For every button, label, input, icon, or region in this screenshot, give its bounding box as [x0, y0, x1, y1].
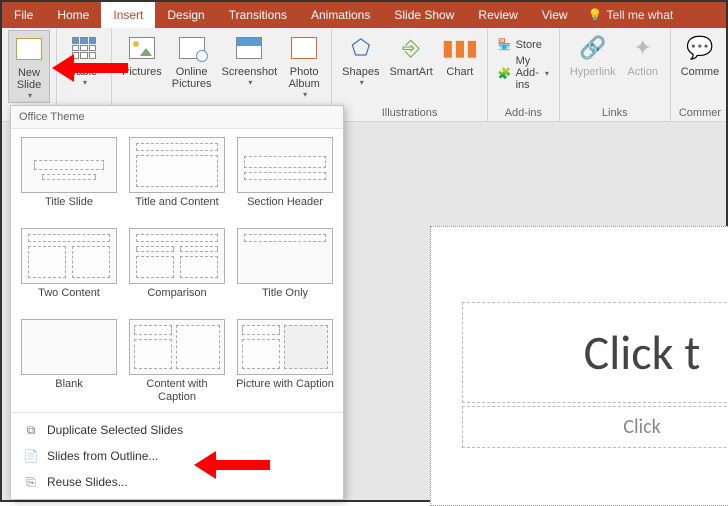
hyperlink-label: Hyperlink: [570, 66, 616, 78]
chevron-down-icon: ▾: [83, 78, 87, 87]
shapes-button[interactable]: ⬠ Shapes ▾: [338, 30, 383, 89]
layout-label: Blank: [19, 378, 119, 404]
tab-review[interactable]: Review: [466, 2, 529, 28]
slide-title-text: Click t: [473, 323, 728, 382]
tab-animations[interactable]: Animations: [299, 2, 382, 28]
screenshot-label: Screenshot: [222, 66, 278, 78]
comment-icon: 💬: [684, 32, 716, 64]
layout-label: Title Slide: [19, 196, 119, 222]
slide-subtitle-placeholder[interactable]: Click: [462, 406, 728, 448]
tell-me-label: Tell me what: [607, 8, 674, 22]
chevron-down-icon: ▾: [303, 90, 307, 99]
layout-label: Picture with Caption: [235, 378, 335, 404]
layout-section-header[interactable]: Section Header: [235, 137, 335, 222]
screenshot-icon: [233, 32, 265, 64]
lightbulb-icon: 💡: [588, 8, 603, 22]
menu-label: Duplicate Selected Slides: [47, 423, 183, 437]
action-button[interactable]: ✦ Action: [622, 30, 664, 80]
menu-label: Reuse Slides...: [47, 475, 128, 489]
comment-label: Comme: [681, 66, 720, 78]
slide-subtitle-text: Click: [473, 415, 728, 439]
hyperlink-button[interactable]: 🔗 Hyperlink: [566, 30, 620, 80]
duplicate-icon: ⧉: [23, 422, 39, 438]
slide-title-placeholder[interactable]: Click t: [462, 302, 728, 403]
shapes-label: Shapes: [342, 66, 379, 78]
action-icon: ✦: [627, 32, 659, 64]
layout-comparison[interactable]: Comparison: [127, 228, 227, 313]
smartart-label: SmartArt: [389, 66, 432, 78]
chevron-down-icon: ▾: [28, 91, 32, 100]
pictures-label: Pictures: [122, 66, 162, 78]
group-links-label: Links: [566, 107, 664, 121]
tab-slideshow[interactable]: Slide Show: [382, 2, 466, 28]
outline-icon: 📄: [23, 448, 39, 464]
group-illustrations-label: Illustrations: [338, 107, 481, 121]
new-slide-button[interactable]: New Slide ▾: [8, 30, 50, 103]
shapes-icon: ⬠: [345, 32, 377, 64]
action-label: Action: [627, 66, 658, 78]
table-button[interactable]: Table ▾: [63, 30, 105, 89]
menu-duplicate-slides[interactable]: ⧉ Duplicate Selected Slides: [11, 417, 343, 443]
my-addins-button[interactable]: 🧩 My Add-ins ▾: [494, 53, 553, 93]
tab-transitions[interactable]: Transitions: [217, 2, 299, 28]
chart-label: Chart: [446, 66, 473, 78]
table-label: Table: [71, 66, 97, 78]
chevron-down-icon: ▾: [545, 69, 549, 78]
tab-insert[interactable]: Insert: [101, 2, 155, 28]
online-pictures-button[interactable]: Online Pictures: [168, 30, 216, 92]
pictures-icon: [126, 32, 158, 64]
new-slide-icon: [13, 33, 45, 65]
pictures-button[interactable]: Pictures: [118, 30, 166, 80]
group-addins-label: Add-ins: [494, 107, 553, 121]
store-button[interactable]: 🏪 Store: [494, 36, 553, 53]
tab-file[interactable]: File: [2, 2, 45, 28]
layout-title-only[interactable]: Title Only: [235, 228, 335, 313]
chart-button[interactable]: ▮▮▮ Chart: [439, 30, 481, 80]
tab-view[interactable]: View: [530, 2, 580, 28]
chevron-down-icon: ▾: [360, 78, 364, 87]
photo-album-icon: [288, 32, 320, 64]
layout-title-slide[interactable]: Title Slide: [19, 137, 119, 222]
screenshot-button[interactable]: Screenshot ▾: [218, 30, 282, 89]
gallery-header: Office Theme: [11, 106, 343, 129]
tab-design[interactable]: Design: [155, 2, 216, 28]
table-icon: [68, 32, 100, 64]
smartart-icon: ⎆: [395, 32, 427, 64]
new-slide-label: New Slide: [17, 67, 41, 91]
smartart-button[interactable]: ⎆ SmartArt: [385, 30, 436, 80]
tell-me-search[interactable]: 💡 Tell me what: [580, 2, 682, 28]
reuse-icon: ⎘: [23, 474, 39, 490]
chart-icon: ▮▮▮: [444, 32, 476, 64]
layout-picture-with-caption[interactable]: Picture with Caption: [235, 319, 335, 404]
layout-label: Title and Content: [127, 196, 227, 222]
store-icon: 🏪: [498, 38, 512, 51]
layout-label: Section Header: [235, 196, 335, 222]
chevron-down-icon: ▾: [248, 78, 252, 87]
layout-label: Content with Caption: [127, 378, 227, 404]
layout-content-with-caption[interactable]: Content with Caption: [127, 319, 227, 404]
layout-blank[interactable]: Blank: [19, 319, 119, 404]
addins-icon: 🧩: [498, 67, 512, 80]
menu-slides-from-outline[interactable]: 📄 Slides from Outline...: [11, 443, 343, 469]
tab-home[interactable]: Home: [45, 2, 101, 28]
my-addins-label: My Add-ins: [516, 55, 539, 91]
store-label: Store: [516, 39, 542, 51]
layout-title-and-content[interactable]: Title and Content: [127, 137, 227, 222]
new-slide-gallery: Office Theme Title Slide Title and Conte…: [10, 105, 344, 500]
group-comments-label: Commer: [677, 107, 724, 121]
hyperlink-icon: 🔗: [577, 32, 609, 64]
layout-label: Title Only: [235, 287, 335, 313]
layout-label: Comparison: [127, 287, 227, 313]
menu-tabbar: File Home Insert Design Transitions Anim…: [2, 2, 726, 28]
photo-album-button[interactable]: Photo Album ▾: [283, 30, 325, 101]
menu-reuse-slides[interactable]: ⎘ Reuse Slides...: [11, 469, 343, 495]
layout-two-content[interactable]: Two Content: [19, 228, 119, 313]
online-pictures-label: Online Pictures: [172, 66, 212, 90]
online-pictures-icon: [176, 32, 208, 64]
photo-album-label: Photo Album: [289, 66, 320, 90]
comment-button[interactable]: 💬 Comme: [677, 30, 724, 80]
layout-label: Two Content: [19, 287, 119, 313]
menu-label: Slides from Outline...: [47, 449, 158, 463]
